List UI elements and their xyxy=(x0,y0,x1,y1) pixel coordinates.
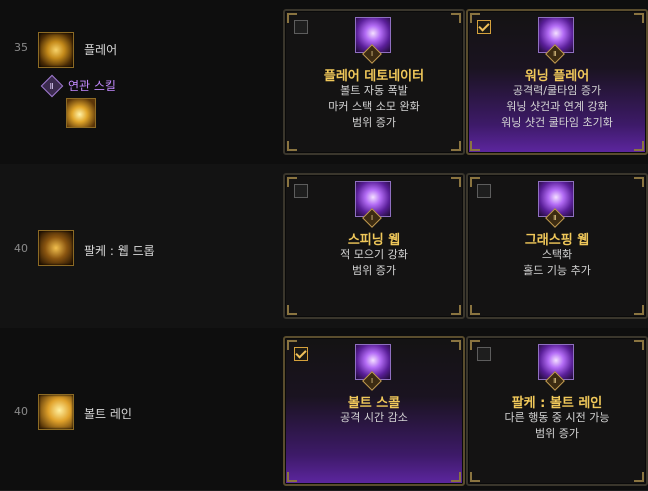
mod-card-spinning-web[interactable]: Ⅰ 스피닝 웹 적 모으기 강화 범위 증가 xyxy=(283,173,465,319)
mod-card-flare-detonator[interactable]: Ⅰ 플레어 데토네이터 볼트 자동 폭발 마커 스택 소모 완화 범위 증가 xyxy=(283,9,465,155)
mod-checkbox[interactable] xyxy=(477,184,491,198)
flare-icon[interactable] xyxy=(38,32,74,68)
tier-badge: Ⅱ xyxy=(40,74,64,97)
mod-checkbox[interactable] xyxy=(477,347,491,361)
mod-card-bolt-squall[interactable]: Ⅰ 볼트 스콜 공격 시간 감소 xyxy=(283,336,465,486)
mod-checkbox[interactable] xyxy=(294,20,308,34)
mod-description: 볼트 자동 폭발 마커 스택 소모 완화 범위 증가 xyxy=(328,84,420,129)
skill-row-web-drop: 40 팔케 : 웹 드롭 Ⅰ 스피닝 웹 적 모으기 강화 범위 증가 Ⅱ 그래… xyxy=(0,164,648,329)
skill-level: 40 xyxy=(14,242,28,255)
related-skill: Ⅱ 연관 스킬 xyxy=(40,74,116,97)
mod-checkbox[interactable] xyxy=(294,347,308,361)
related-skill-label: 연관 스킬 xyxy=(68,79,116,93)
mod-card-warning-flare[interactable]: Ⅱ 워닝 플레어 공격력/쿨타임 증가 워닝 샷건과 연계 강화 워닝 샷건 쿨… xyxy=(466,9,648,155)
mod-description: 공격력/쿨타임 증가 워닝 샷건과 연계 강화 워닝 샷건 쿨타임 초기화 xyxy=(501,84,613,129)
mod-title: 팔케 : 볼트 레인 xyxy=(511,396,603,411)
mod-title: 볼트 스콜 xyxy=(347,396,401,411)
bolt-rain-icon[interactable] xyxy=(38,394,74,430)
mod-description: 스택화 홀드 기능 추가 xyxy=(523,248,591,277)
mod-card-falke-bolt-rain[interactable]: Ⅱ 팔케 : 볼트 레인 다른 행동 중 시전 가능 범위 증가 xyxy=(466,336,648,486)
skill-row-flare: 35 플레어 Ⅱ 연관 스킬 Ⅰ 플레어 데토네이터 볼트 자동 폭발 마커 스… xyxy=(0,0,648,165)
mod-title: 플레어 데토네이터 xyxy=(323,69,425,84)
mod-checkbox[interactable] xyxy=(477,20,491,34)
web-drop-icon[interactable] xyxy=(38,230,74,266)
mod-description: 공격 시간 감소 xyxy=(340,411,408,424)
mod-description: 적 모으기 강화 범위 증가 xyxy=(340,248,408,277)
mod-checkbox[interactable] xyxy=(294,184,308,198)
skill-name: 팔케 : 웹 드롭 xyxy=(84,244,155,258)
mod-title: 워닝 플레어 xyxy=(524,69,590,84)
mod-title: 그래스핑 웹 xyxy=(524,233,590,248)
mod-card-grasping-web[interactable]: Ⅱ 그래스핑 웹 스택화 홀드 기능 추가 xyxy=(466,173,648,319)
mod-title: 스피닝 웹 xyxy=(347,233,401,248)
skill-name: 볼트 레인 xyxy=(84,407,132,421)
skill-level: 35 xyxy=(14,41,28,54)
flare-related-icon[interactable] xyxy=(66,98,96,128)
mod-description: 다른 행동 중 시전 가능 범위 증가 xyxy=(504,411,610,440)
skill-level: 40 xyxy=(14,405,28,418)
skill-name: 플레어 xyxy=(84,43,118,57)
skill-row-bolt-rain: 40 볼트 레인 Ⅰ 볼트 스콜 공격 시간 감소 Ⅱ 팔케 : 볼트 레인 다… xyxy=(0,328,648,491)
